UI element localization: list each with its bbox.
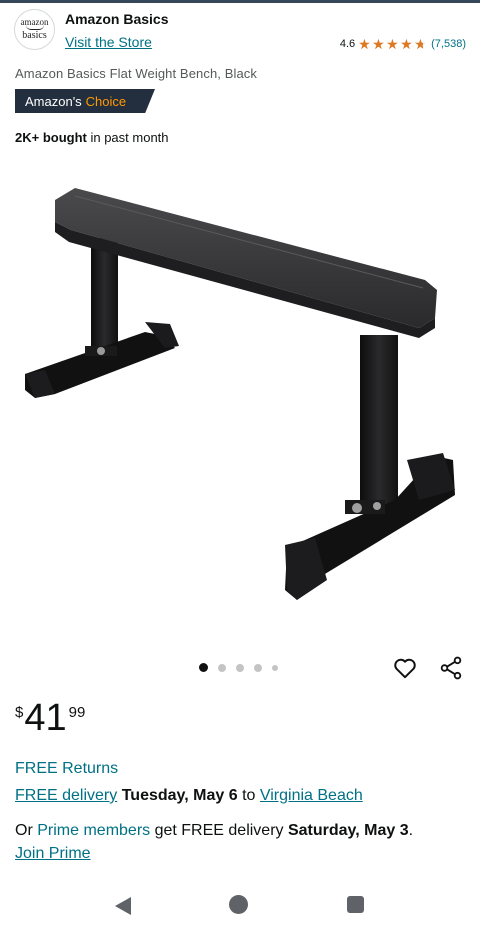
price-fraction: 99 <box>68 704 86 721</box>
home-circle-icon[interactable] <box>229 895 248 914</box>
price-symbol: $ <box>15 704 24 721</box>
join-prime-link[interactable]: Join Prime <box>15 845 91 863</box>
badge-text-amazons: Amazon's <box>25 93 82 109</box>
delivery-date: Tuesday, May 6 <box>121 787 238 804</box>
bought-count: 2K+ bought <box>15 130 87 145</box>
delivery-location-link[interactable]: Virginia Beach <box>260 787 363 804</box>
brand-name: Amazon Basics <box>65 11 169 27</box>
rating-count[interactable]: (7,538) <box>431 38 466 50</box>
bought-in-past-month: 2K+ bought in past month <box>15 130 169 145</box>
top-rule <box>0 0 480 3</box>
star-icon: ★ ★ <box>358 36 371 52</box>
recents-square-icon[interactable] <box>347 896 364 913</box>
prime-delivery-line: Or Prime members get FREE delivery Satur… <box>15 822 413 840</box>
carousel-dot[interactable] <box>236 663 244 672</box>
share-icon[interactable] <box>438 655 464 681</box>
visit-store-link[interactable]: Visit the Store <box>65 34 152 50</box>
prime-members-link[interactable]: Prime members <box>37 822 150 839</box>
rating-stars: ★ ★ ★ ★ ★ ★ ★ ★ ★ ★ <box>358 37 428 51</box>
system-nav-bar <box>0 880 480 932</box>
carousel-dot[interactable] <box>199 663 208 672</box>
carousel-dot[interactable] <box>272 664 278 671</box>
star-icon: ★ ★ <box>372 36 385 52</box>
image-carousel-dots[interactable] <box>199 663 288 672</box>
brand-logo[interactable]: amazon basics <box>14 9 55 50</box>
star-icon: ★ ★ <box>400 36 413 52</box>
rating-summary[interactable]: 4.6 ★ ★ ★ ★ ★ ★ ★ ★ ★ ★ (7,538) <box>340 37 466 51</box>
weight-bench-photo <box>25 188 455 600</box>
carousel-dot[interactable] <box>254 663 262 672</box>
prime-period: . <box>408 822 414 839</box>
price: $ 41 99 <box>15 698 85 738</box>
bought-rest: in past month <box>86 130 169 145</box>
prime-or: Or <box>15 822 33 839</box>
delivery-to: to <box>242 787 256 804</box>
star-icon: ★ ★ <box>386 36 399 52</box>
prime-delivery-date: Saturday, May 3 <box>287 822 409 839</box>
rating-value: 4.6 <box>339 38 356 50</box>
prime-mid-text: get FREE delivery <box>154 822 284 839</box>
amazons-choice-badge: Amazon's Choice <box>15 89 155 113</box>
badge-text-choice: Choice <box>85 93 127 109</box>
brand-header: amazon basics Amazon Basics Visit the St… <box>14 9 466 55</box>
free-delivery-link[interactable]: FREE delivery <box>15 787 117 804</box>
carousel-dot[interactable] <box>218 663 226 672</box>
star-icon: ★ ★ <box>414 36 427 52</box>
delivery-line: FREE delivery Tuesday, May 6 to Virginia… <box>15 787 363 805</box>
product-title: Amazon Basics Flat Weight Bench, Black <box>15 66 257 81</box>
back-triangle-icon[interactable] <box>114 896 132 916</box>
product-image[interactable] <box>15 160 465 630</box>
heart-icon[interactable] <box>392 655 418 681</box>
free-returns-link[interactable]: FREE Returns <box>15 760 118 778</box>
price-whole: 41 <box>24 697 67 739</box>
brand-logo-text-2: basics <box>22 30 47 41</box>
